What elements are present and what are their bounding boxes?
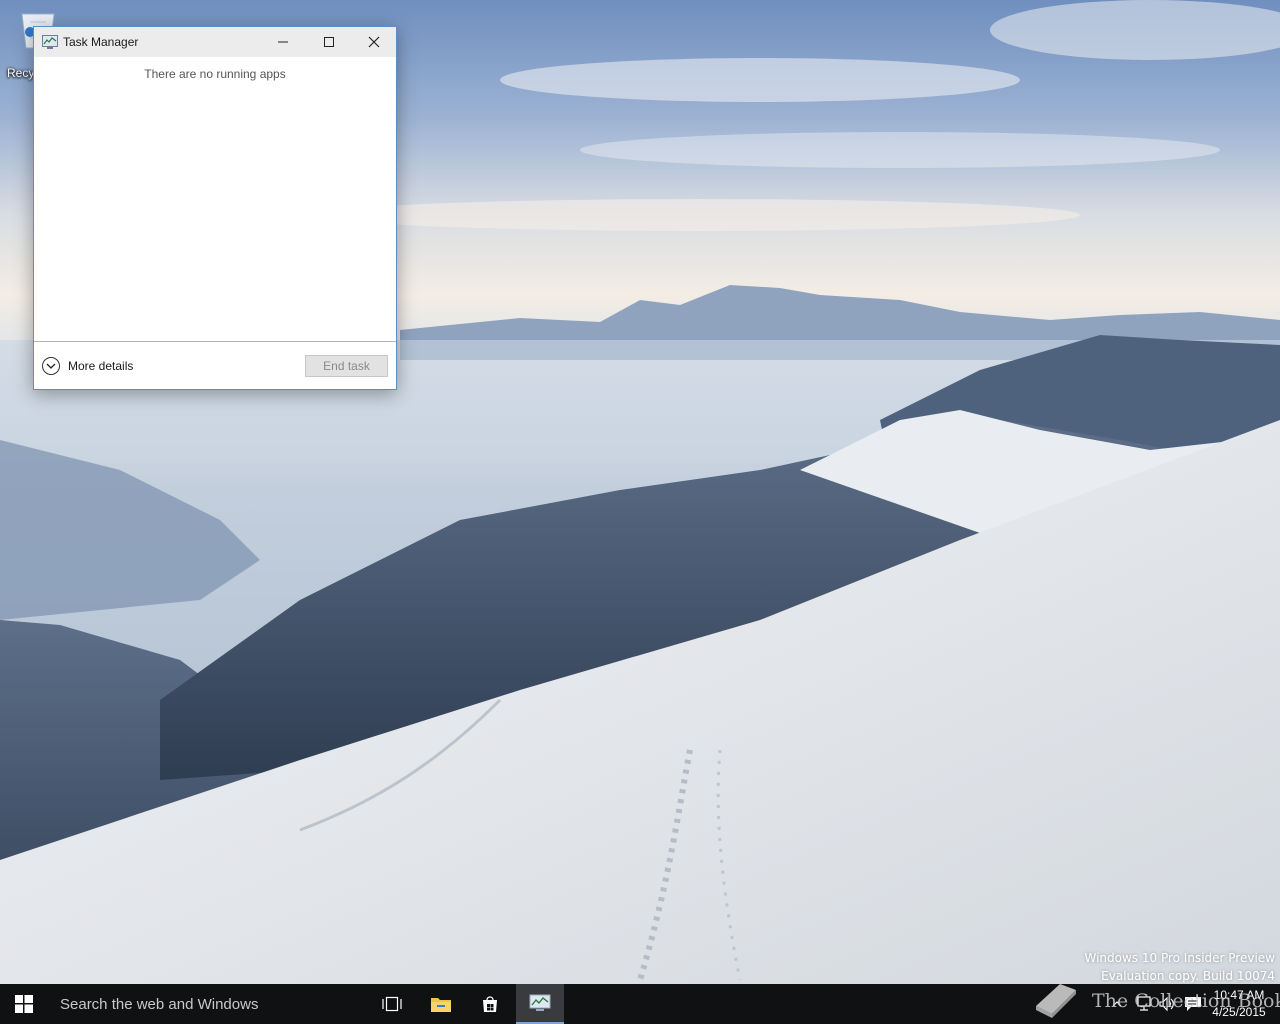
footer-divider	[34, 341, 396, 342]
minimize-button[interactable]	[260, 27, 306, 57]
task-manager-taskbar-button[interactable]	[516, 984, 564, 1024]
watermark-line-1: Windows 10 Pro Insider Preview	[1084, 951, 1275, 965]
file-explorer-icon	[431, 998, 451, 1012]
recycle-bin-label: Recy	[7, 66, 35, 80]
windows-logo-icon	[15, 995, 33, 1013]
search-placeholder: Search the web and Windows	[60, 995, 259, 1013]
maximize-button[interactable]	[306, 27, 352, 57]
empty-state-message: There are no running apps	[144, 67, 286, 81]
more-details-button[interactable]: More details	[42, 355, 133, 377]
end-task-button[interactable]: End task	[305, 355, 388, 377]
task-manager-window: Task Manager There are no running apps M…	[33, 26, 397, 390]
title-bar[interactable]: Task Manager	[34, 27, 396, 57]
start-button[interactable]	[0, 984, 48, 1024]
brand-watermark: The Collection Book	[1030, 984, 1280, 1024]
file-explorer-button[interactable]	[417, 984, 465, 1024]
task-view-icon	[382, 996, 402, 1012]
task-manager-icon	[42, 35, 58, 49]
store-icon	[483, 996, 497, 1012]
book-icon	[1036, 984, 1076, 1018]
os-watermark: Windows 10 Pro Insider Preview Evaluatio…	[1084, 949, 1275, 984]
maximize-icon	[324, 37, 334, 47]
window-title: Task Manager	[63, 35, 139, 49]
brand-text: The Collection Book	[1092, 990, 1280, 1012]
task-manager-icon	[529, 994, 551, 1011]
close-button[interactable]	[351, 27, 397, 57]
task-view-button[interactable]	[368, 984, 416, 1024]
chevron-down-icon	[42, 357, 60, 375]
watermark-line-2: Evaluation copy. Build 10074	[1101, 969, 1275, 983]
store-button[interactable]	[466, 984, 514, 1024]
more-details-label: More details	[68, 359, 134, 373]
search-input[interactable]: Search the web and Windows	[48, 984, 368, 1024]
minimize-icon	[278, 41, 288, 43]
close-icon	[368, 36, 380, 48]
